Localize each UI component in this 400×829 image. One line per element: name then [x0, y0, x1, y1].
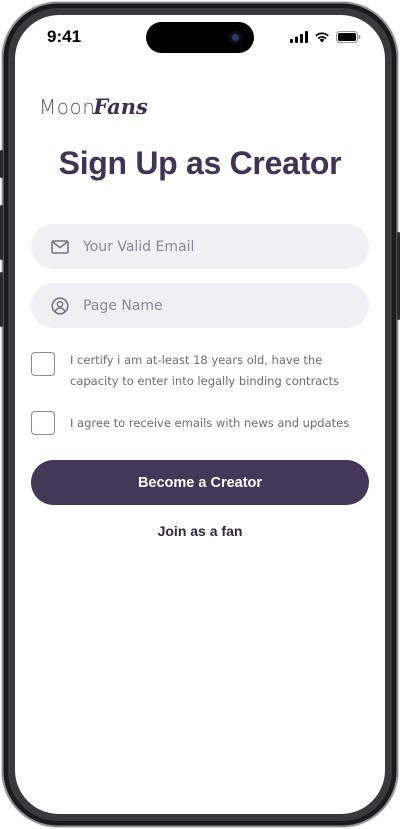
email-field[interactable]: [31, 224, 369, 269]
email-input[interactable]: [81, 237, 369, 256]
age-confirmation-label: I certify i am at-least 18 years old, ha…: [70, 353, 340, 388]
status-icons: [290, 30, 361, 44]
mail-icon: [51, 239, 69, 254]
app-screen: 9:41 Moon Fans Sign Up as Creator Your V…: [15, 15, 385, 814]
front-camera-icon: [229, 31, 242, 44]
newsletter-row: I agree to receive emails with news and …: [31, 411, 371, 435]
dynamic-island: [146, 22, 254, 53]
action-button: [0, 150, 3, 178]
page-name-field[interactable]: [31, 283, 369, 328]
volume-up-button: [0, 205, 3, 260]
volume-down-button: [0, 272, 3, 327]
age-confirmation-row: I certify i am at-least 18 years old, ha…: [31, 352, 371, 392]
age-confirmation-checkbox[interactable]: [31, 352, 55, 376]
logo-text-moon: Moon: [39, 95, 96, 119]
newsletter-label: I agree to receive emails with news and …: [70, 416, 350, 430]
battery-icon: [336, 31, 361, 43]
cellular-signal-icon: [290, 31, 308, 43]
newsletter-checkbox[interactable]: [31, 411, 55, 435]
status-time: 9:41: [47, 27, 82, 46]
wifi-icon: [315, 32, 329, 43]
logo-text-fans: Fans: [93, 94, 148, 119]
user-circle-icon: [51, 296, 69, 315]
page-title: Sign Up as Creator: [58, 145, 342, 181]
moonfans-logo: Moon Fans: [39, 93, 148, 119]
join-as-fan-link[interactable]: Join as a fan: [15, 523, 385, 539]
become-creator-button[interactable]: Become a Creator: [31, 460, 369, 505]
page-name-input[interactable]: [81, 296, 369, 315]
